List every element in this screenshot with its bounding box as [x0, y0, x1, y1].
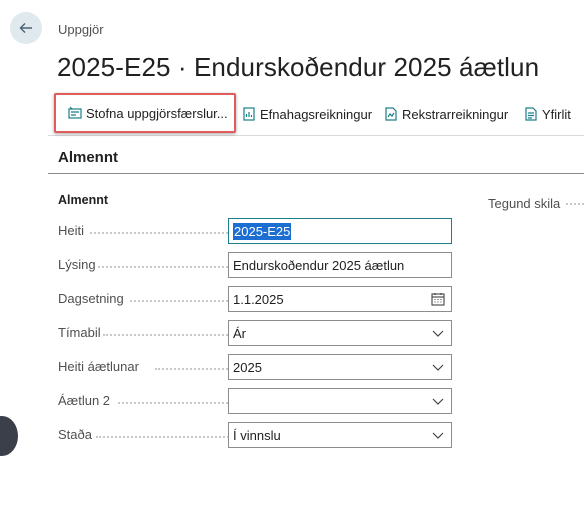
name-field[interactable]: 2025-E25 [228, 218, 452, 244]
overview-button[interactable]: Yfirlit [524, 92, 571, 136]
page-title: 2025-E25 · Endurskoðendur 2025 áætlun [57, 52, 540, 82]
overview-label: Yfirlit [542, 106, 571, 122]
budget-2-select[interactable] [228, 388, 452, 414]
name-label: Heiti [58, 223, 85, 238]
action-bar: Stofna uppgjörsfærslur... Efnahagsreikni… [48, 92, 584, 136]
date-label: Dagsetning [58, 291, 124, 306]
arrow-left-icon [19, 23, 32, 33]
field-row-budget-2: Áætlun 2 [58, 388, 458, 414]
overview-icon [525, 107, 537, 121]
chevron-down-icon [432, 398, 444, 405]
side-panel-handle[interactable] [0, 416, 18, 456]
date-field[interactable]: 1.1.2025 [228, 286, 452, 312]
create-entries-label: Stofna uppgjörsfærslur... [86, 105, 228, 121]
status-value: Í vinnslu [233, 427, 281, 443]
period-select[interactable]: Ár [228, 320, 452, 346]
period-value: Ár [233, 325, 246, 341]
section-divider [48, 173, 584, 174]
income-statement-label: Rekstrarreikningur [402, 106, 509, 122]
field-row-budget-name: Heiti áætlunar 2025 [58, 354, 458, 380]
calendar-icon[interactable] [431, 292, 445, 306]
budget-name-select[interactable]: 2025 [228, 354, 452, 380]
field-row-description: Lýsing Endurskoðendur 2025 áætlun [58, 252, 458, 278]
field-row-date: Dagsetning 1.1.2025 [58, 286, 458, 312]
description-field[interactable]: Endurskoðendur 2025 áætlun [228, 252, 452, 278]
balance-sheet-label: Efnahagsreikningur [260, 106, 373, 122]
return-type-leader [566, 203, 584, 205]
status-select[interactable]: Í vinnslu [228, 422, 452, 448]
budget-name-label: Heiti áætlunar [58, 359, 139, 374]
description-label: Lýsing [58, 257, 96, 272]
field-row-name: Heiti 2025-E25 [58, 218, 458, 244]
description-value: Endurskoðendur 2025 áætlun [233, 257, 405, 273]
chevron-down-icon [432, 364, 444, 371]
back-button[interactable] [10, 12, 42, 44]
balance-sheet-button[interactable]: Efnahagsreikningur [242, 92, 372, 136]
income-statement-icon [385, 107, 397, 121]
budget-2-label: Áætlun 2 [58, 393, 111, 408]
return-type-label: Tegund skila [488, 196, 561, 211]
name-value: 2025-E25 [233, 222, 292, 240]
group-title-general: Almennt [58, 193, 108, 207]
balance-sheet-icon [243, 107, 255, 121]
create-entries-icon [68, 106, 82, 119]
date-value: 1.1.2025 [233, 291, 284, 307]
create-entries-button[interactable]: Stofna uppgjörsfærslur... [54, 93, 236, 133]
chevron-down-icon [432, 330, 444, 337]
budget-name-value: 2025 [233, 359, 262, 375]
section-title-general[interactable]: Almennt [58, 149, 118, 166]
period-label: Tímabil [58, 325, 101, 340]
field-row-period: Tímabil Ár [58, 320, 458, 346]
field-row-status: Staða Í vinnslu [58, 422, 458, 448]
income-statement-button[interactable]: Rekstrarreikningur [384, 92, 508, 136]
status-label: Staða [58, 427, 92, 442]
chevron-down-icon [432, 432, 444, 439]
breadcrumb: Uppgjör [58, 22, 104, 37]
